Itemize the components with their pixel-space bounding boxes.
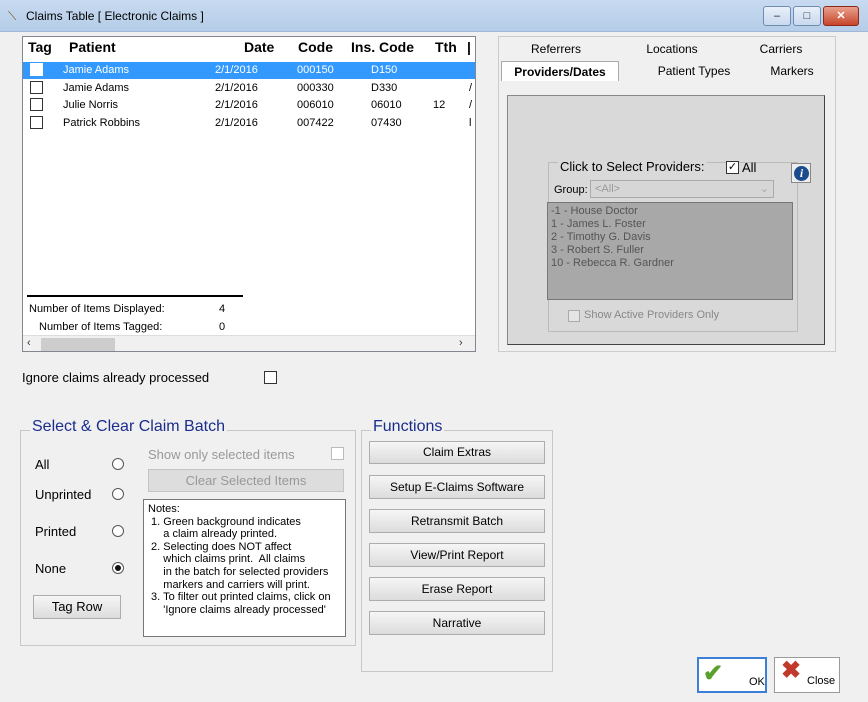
functions-group-title: Functions: [371, 418, 445, 436]
info-icon: i: [794, 166, 809, 181]
scroll-right-icon[interactable]: ›: [459, 337, 463, 349]
tab-locations[interactable]: Locations: [617, 39, 727, 59]
ignore-processed-label: Ignore claims already processed: [22, 370, 210, 385]
select-providers-label: Click to Select Providers:: [558, 159, 707, 174]
tag-checkbox[interactable]: [30, 63, 43, 76]
list-item[interactable]: 3 - Robert S. Fuller: [551, 244, 789, 257]
table-row[interactable]: Jamie Adams 2/1/2016 000330 D330 /: [23, 80, 475, 97]
horizontal-scrollbar[interactable]: ‹ ›: [23, 335, 475, 351]
close-x-icon: ✖: [781, 657, 802, 684]
claims-table[interactable]: Tag Patient Date Code Ins. Code Tth | Ja…: [22, 36, 476, 352]
option-printed-label: Printed: [35, 524, 77, 539]
close-window-button[interactable]: ✕: [823, 6, 859, 26]
list-item[interactable]: 10 - Rebecca R. Gardner: [551, 257, 789, 270]
notes-box: Notes: 1. Green background indicates a c…: [143, 499, 346, 637]
option-unprinted-radio[interactable]: [112, 488, 124, 500]
clear-selected-button[interactable]: Clear Selected Items: [148, 469, 344, 492]
setup-eclaims-button[interactable]: Setup E-Claims Software: [369, 475, 545, 499]
col-code[interactable]: Code: [298, 39, 333, 55]
col-tth[interactable]: Tth: [435, 39, 457, 55]
providers-list[interactable]: -1 - House Doctor 1 - James L. Foster 2 …: [547, 202, 793, 300]
show-selected-checkbox[interactable]: [331, 447, 344, 460]
providers-dates-content: Click to Select Providers: ✓ All i Group…: [507, 95, 825, 345]
col-tag[interactable]: Tag: [28, 39, 52, 55]
info-button[interactable]: i: [791, 163, 811, 183]
checkmark-icon: ✔: [703, 660, 724, 687]
all-providers-label: All: [742, 160, 757, 175]
erase-report-button[interactable]: Erase Report: [369, 577, 545, 601]
option-all-radio[interactable]: [112, 458, 124, 470]
group-select[interactable]: <All> ⌄: [590, 180, 774, 198]
tag-checkbox[interactable]: [30, 81, 43, 94]
tab-markers[interactable]: Markers: [751, 61, 833, 81]
app-icon: ⟍: [8, 9, 17, 23]
table-header: Tag Patient Date Code Ins. Code Tth |: [23, 37, 475, 57]
items-tagged-value: 0: [219, 321, 226, 333]
title-bar: ⟍ Claims Table [ Electronic Claims ] – □…: [0, 0, 868, 32]
option-none-label: None: [35, 561, 67, 576]
all-providers-checkbox[interactable]: ✓: [726, 161, 739, 174]
col-ins-code[interactable]: Ins. Code: [351, 39, 414, 55]
option-none-radio[interactable]: [112, 562, 124, 574]
close-label: Close: [807, 675, 836, 687]
list-item[interactable]: -1 - House Doctor: [551, 205, 789, 218]
scroll-left-icon[interactable]: ‹: [27, 337, 31, 349]
retransmit-batch-button[interactable]: Retransmit Batch: [369, 509, 545, 533]
option-printed-radio[interactable]: [112, 525, 124, 537]
col-date[interactable]: Date: [244, 39, 274, 55]
tag-row-button[interactable]: Tag Row: [33, 595, 121, 619]
table-row[interactable]: Julie Norris 2/1/2016 006010 06010 12 /: [23, 97, 475, 114]
view-print-report-button[interactable]: View/Print Report: [369, 543, 545, 567]
active-only-label: Show Active Providers Only: [584, 309, 720, 321]
scrollbar-thumb[interactable]: [41, 338, 115, 351]
summary-divider: [27, 295, 243, 297]
active-only-checkbox[interactable]: [568, 310, 580, 322]
table-row[interactable]: Patrick Robbins 2/1/2016 007422 07430 l: [23, 115, 475, 132]
list-item[interactable]: 2 - Timothy G. Davis: [551, 231, 789, 244]
close-button[interactable]: ✖ Close: [774, 657, 840, 693]
option-unprinted-label: Unprinted: [35, 487, 92, 502]
group-label: Group:: [554, 184, 588, 196]
maximize-button[interactable]: □: [793, 6, 821, 26]
show-selected-label: Show only selected items: [148, 447, 295, 462]
window-title: Claims Table [ Electronic Claims ]: [26, 9, 204, 23]
narrative-button[interactable]: Narrative: [369, 611, 545, 635]
items-displayed-value: 4: [219, 303, 226, 315]
option-all-label: All: [35, 457, 50, 472]
minimize-button[interactable]: –: [763, 6, 791, 26]
items-tagged-label: Number of Items Tagged:: [39, 321, 163, 333]
batch-group-title: Select & Clear Claim Batch: [30, 418, 227, 436]
ignore-processed-checkbox[interactable]: [264, 371, 277, 384]
chevron-down-icon: ⌄: [759, 183, 769, 195]
tab-carriers[interactable]: Carriers: [731, 39, 831, 59]
filter-tab-panel: Referrers Locations Carriers Providers/D…: [498, 36, 836, 352]
col-extra[interactable]: |: [467, 39, 471, 55]
col-patient[interactable]: Patient: [69, 39, 116, 55]
tab-referrers[interactable]: Referrers: [501, 39, 611, 59]
table-row[interactable]: Jamie Adams 2/1/2016 000150 D150: [23, 62, 475, 79]
ok-label: OK: [749, 676, 765, 688]
tag-checkbox[interactable]: [30, 116, 43, 129]
list-item[interactable]: 1 - James L. Foster: [551, 218, 789, 231]
tab-patient-types[interactable]: Patient Types: [639, 61, 749, 81]
claim-extras-button[interactable]: Claim Extras: [369, 441, 545, 464]
items-displayed-label: Number of Items Displayed:: [29, 303, 165, 315]
tag-checkbox[interactable]: [30, 98, 43, 111]
tab-providers-dates[interactable]: Providers/Dates: [501, 61, 619, 81]
ok-button[interactable]: ✔ OK: [697, 657, 767, 693]
